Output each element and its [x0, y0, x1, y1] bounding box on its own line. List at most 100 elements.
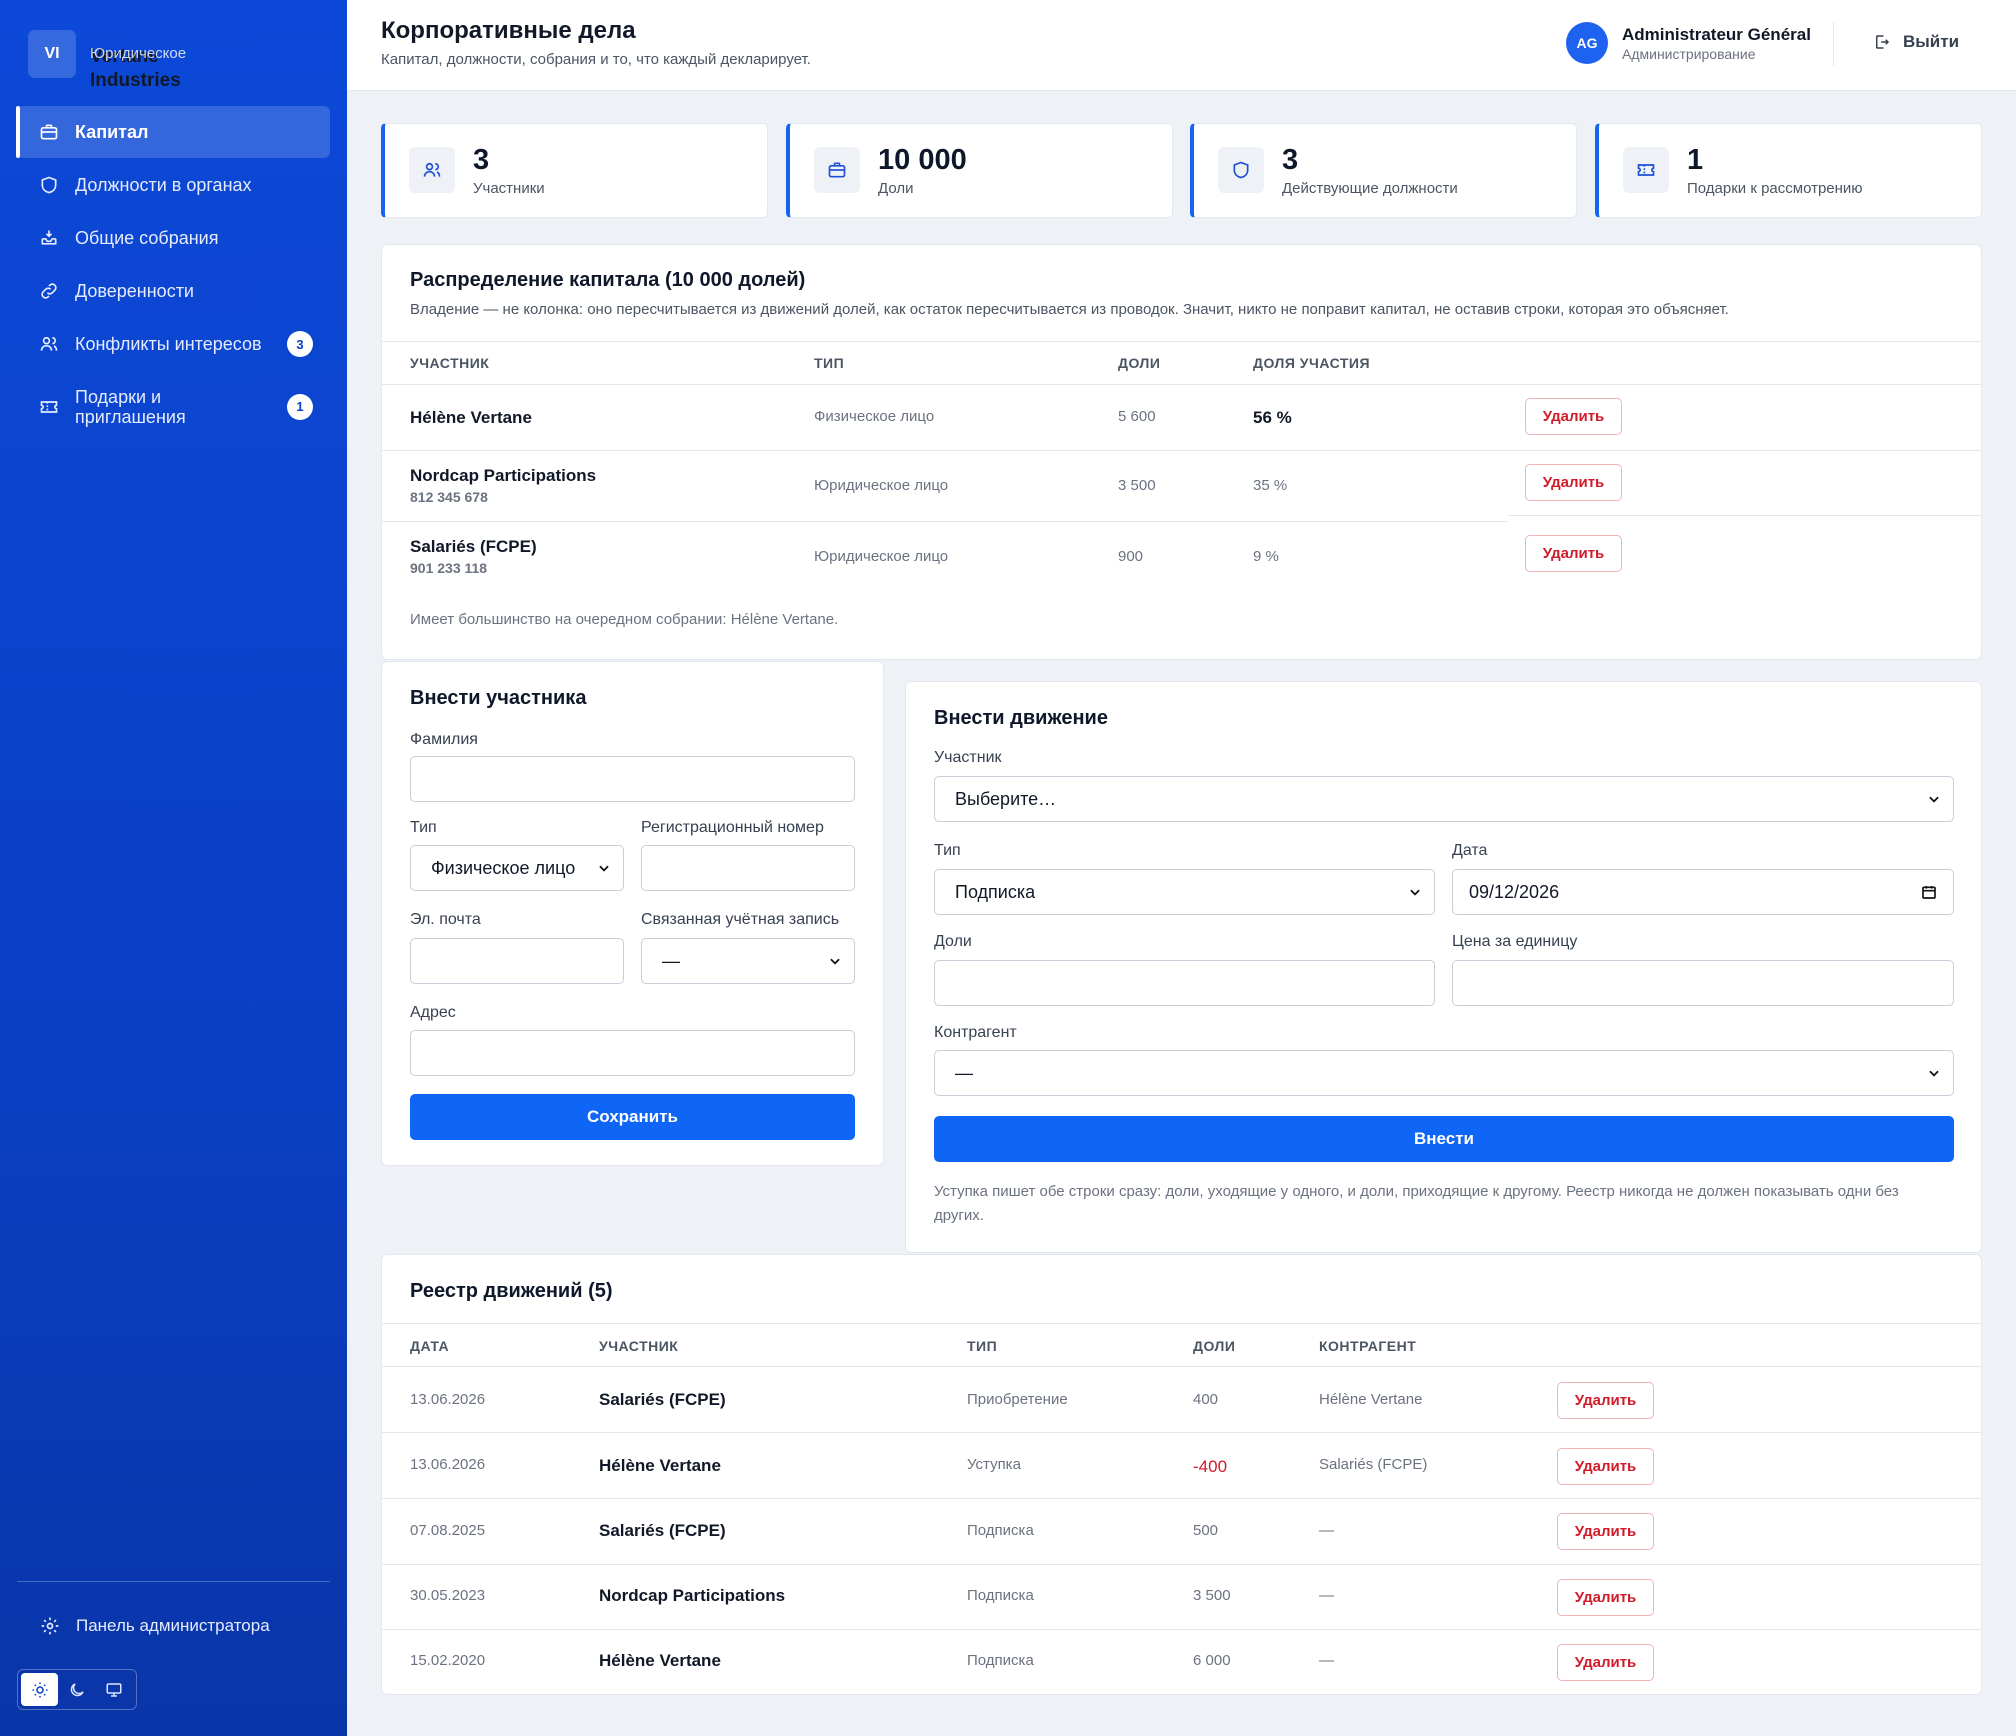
chevron-down-icon [1927, 1066, 1941, 1080]
column-header-percent: ДОЛЯ УЧАСТИЯ [1253, 355, 1371, 371]
participant-name[interactable]: Salariés (FCPE) [410, 537, 537, 557]
movement-register-card: Реестр движений (5) ДАТА УЧАСТНИК ТИП ДО… [381, 1254, 1982, 1695]
card-title: Распределение капитала (10 000 долей) [410, 269, 806, 291]
participant-type: Юридическое лицо [814, 548, 949, 565]
movement-date: 13.06.2026 [410, 1456, 486, 1473]
registration-label: Регистрационный номер [641, 819, 824, 836]
movement-shares: -400 [1193, 1457, 1228, 1476]
monitor-icon [105, 1681, 123, 1699]
user-menu[interactable]: AG Administrateur Général Администрирова… [1566, 22, 1811, 64]
participant-percent: 56 % [1253, 408, 1292, 427]
page-title: Корпоративные дела [381, 17, 636, 44]
movement-type: Подписка [967, 1652, 1034, 1669]
movement-shares: 400 [1193, 1391, 1219, 1408]
submit-movement-button[interactable]: Внести [934, 1116, 1954, 1162]
surname-label: Фамилия [410, 731, 478, 748]
shield-icon [39, 175, 59, 195]
sidebar-item-positions[interactable]: Должности в органах [17, 159, 330, 211]
sidebar-item-meetings[interactable]: Общие собрания [17, 212, 330, 264]
logout-button[interactable]: Выйти [1873, 32, 1959, 52]
card-title: Внести участника [410, 687, 587, 709]
sidebar-item-gifts[interactable]: Подарки и приглашения 1 [17, 371, 330, 443]
column-header-participant: УЧАСТНИК [599, 1338, 679, 1354]
movement-date: 07.08.2025 [410, 1522, 486, 1539]
linked-account-select[interactable]: — [641, 938, 855, 984]
unit-price-label: Цена за единицу [1452, 933, 1578, 950]
participant-name[interactable]: Hélène Vertane [410, 408, 532, 428]
counterparty-select[interactable]: — [934, 1050, 1954, 1096]
participant-percent: 9 % [1253, 548, 1279, 565]
sidebar-item-powers[interactable]: Доверенности [17, 265, 330, 317]
delete-button[interactable]: Удалить [1557, 1448, 1654, 1485]
column-header-participant: УЧАСТНИК [410, 355, 490, 371]
inbox-icon [39, 228, 59, 248]
delete-button[interactable]: Удалить [1557, 1382, 1654, 1419]
delete-button[interactable]: Удалить [1525, 535, 1622, 572]
card-description: Владение — не колонка: оно пересчитывает… [410, 301, 1729, 318]
participant-shares: 900 [1118, 548, 1144, 565]
delete-button[interactable]: Удалить [1525, 398, 1622, 435]
participant-select-value: Выберите… [955, 788, 1057, 809]
stat-card-participants: 3 Участники [381, 123, 768, 218]
chevron-down-icon [1927, 792, 1941, 806]
sidebar-item-label: Доверенности [75, 280, 194, 301]
movement-form-card: Внести движение Участник Выберите… Тип П… [905, 681, 1982, 1253]
column-header-counterparty: КОНТРАГЕНТ [1319, 1338, 1417, 1354]
stat-value: 3 [1282, 144, 1299, 176]
address-label: Адрес [410, 1004, 456, 1021]
link-icon [39, 281, 59, 301]
moon-icon [68, 1681, 86, 1699]
unit-price-input[interactable] [1452, 960, 1954, 1006]
shares-input[interactable] [934, 960, 1435, 1006]
movement-participant[interactable]: Salariés (FCPE) [599, 1521, 726, 1541]
movement-participant[interactable]: Salariés (FCPE) [599, 1390, 726, 1410]
save-button[interactable]: Сохранить [410, 1094, 855, 1140]
delete-button[interactable]: Удалить [1557, 1513, 1654, 1550]
movement-shares: 6 000 [1193, 1652, 1231, 1669]
sidebar-item-label: Общие собрания [75, 227, 219, 248]
sidebar-item-capital[interactable]: Капитал [16, 106, 330, 158]
movement-participant[interactable]: Hélène Vertane [599, 1651, 721, 1671]
movement-type-select[interactable]: Подписка [934, 869, 1435, 915]
top-bar: Корпоративные дела Капитал, должности, с… [347, 0, 2016, 91]
movement-participant[interactable]: Nordcap Participations [599, 1586, 785, 1606]
briefcase-icon [39, 122, 59, 142]
movement-participant[interactable]: Hélène Vertane [599, 1456, 721, 1476]
registration-input[interactable] [641, 845, 855, 891]
participant-name[interactable]: Nordcap Participations [410, 466, 596, 486]
delete-button[interactable]: Удалить [1557, 1644, 1654, 1681]
theme-dark-button[interactable] [58, 1673, 95, 1706]
chevron-down-icon [597, 861, 611, 875]
date-input[interactable]: 09/12/2026 [1452, 869, 1954, 915]
theme-light-button[interactable] [21, 1673, 58, 1706]
address-input[interactable] [410, 1030, 855, 1076]
delete-button[interactable]: Удалить [1557, 1579, 1654, 1616]
theme-system-button[interactable] [95, 1673, 132, 1706]
surname-input[interactable] [410, 756, 855, 802]
logout-label: Выйти [1903, 32, 1960, 51]
calendar-icon[interactable] [1921, 884, 1937, 900]
admin-panel-link[interactable]: Панель администратора [40, 1616, 270, 1636]
gear-icon [40, 1616, 60, 1636]
movement-date: 13.06.2026 [410, 1391, 486, 1408]
movement-counterparty: Hélène Vertane [1319, 1391, 1423, 1408]
page-subtitle: Капитал, должности, собрания и то, что к… [381, 51, 811, 68]
movement-counterparty: — [1319, 1587, 1334, 1604]
participant-registration: 812 345 678 [410, 489, 488, 505]
ticket-icon [39, 397, 59, 417]
type-select[interactable]: Физическое лицо [410, 845, 624, 891]
sidebar-item-conflicts[interactable]: Конфликты интересов 3 [17, 318, 330, 370]
chevron-down-icon [1408, 885, 1422, 899]
stat-card-shares: 10 000 Доли [786, 123, 1173, 218]
sidebar-item-label: Капитал [75, 121, 149, 142]
movement-counterparty: — [1319, 1652, 1334, 1669]
linked-account-label: Связанная учётная запись [641, 911, 840, 928]
email-input[interactable] [410, 938, 624, 984]
delete-button[interactable]: Удалить [1525, 464, 1622, 501]
type-select-value: Физическое лицо [431, 857, 576, 878]
brand[interactable]: VI Vertane Industries Юридическое [28, 30, 186, 91]
movement-type: Подписка [967, 1587, 1034, 1604]
participant-select[interactable]: Выберите… [934, 776, 1954, 822]
movement-shares: 500 [1193, 1522, 1219, 1539]
shares-label: Доли [934, 933, 972, 950]
